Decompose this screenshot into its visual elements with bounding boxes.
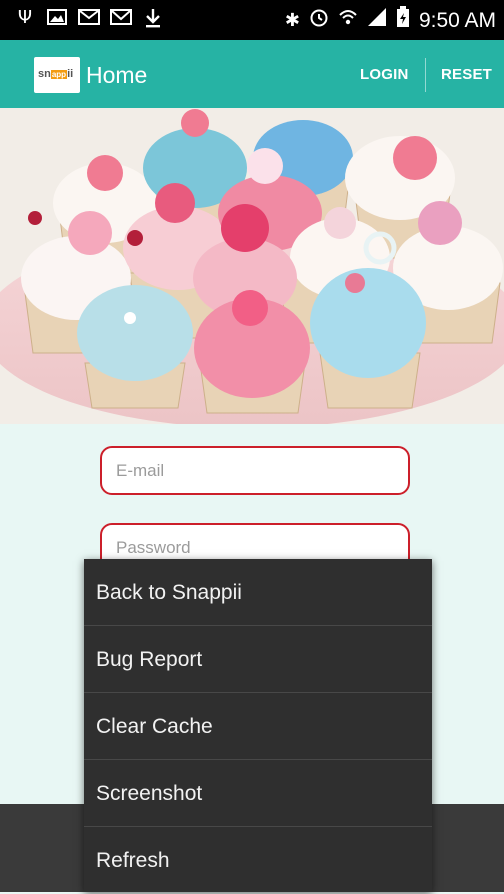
bluetooth-icon: ✱: [284, 9, 300, 31]
gmail-icon: [110, 8, 132, 28]
menu-item-back-to-snappii[interactable]: Back to Snappii: [84, 559, 432, 626]
usb-icon: Ψ: [17, 7, 33, 28]
menu-item-bug-report[interactable]: Bug Report: [84, 626, 432, 693]
menu-item-clear-cache[interactable]: Clear Cache: [84, 693, 432, 760]
page-title: Home: [86, 62, 148, 88]
app-logo[interactable]: snappii: [34, 57, 80, 93]
system-icons: ✱ 9:50 AM: [285, 6, 496, 35]
alarm-icon: [309, 7, 329, 34]
login-button[interactable]: LOGIN: [360, 64, 409, 86]
reset-button[interactable]: RESET: [441, 64, 492, 86]
menu-item-screenshot[interactable]: Screenshot: [84, 760, 432, 827]
mms-icon: [78, 8, 100, 28]
logo-wordmark: snappii: [38, 68, 74, 80]
email-input[interactable]: [102, 448, 408, 493]
menu-item-refresh[interactable]: Refresh: [84, 827, 432, 894]
hero-image: [0, 108, 504, 424]
status-bar: Ψ ✱ 9:50 AM: [0, 0, 504, 40]
action-bar-divider: [425, 58, 426, 92]
wifi-icon: [338, 7, 358, 34]
notification-icons: Ψ: [14, 8, 164, 28]
status-time: 9:50 AM: [418, 8, 496, 32]
signal-icon: [367, 7, 387, 34]
email-field[interactable]: [100, 446, 410, 495]
download-icon: [142, 8, 164, 28]
overflow-menu: Back to Snappii Bug Report Clear Cache S…: [84, 559, 432, 892]
battery-icon: [396, 6, 410, 35]
image-icon: [46, 8, 68, 28]
